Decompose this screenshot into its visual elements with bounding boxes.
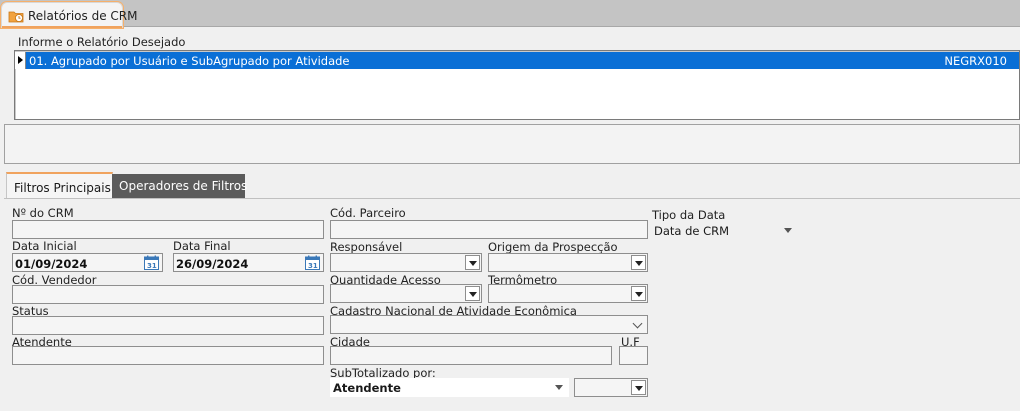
chevron-down-icon[interactable] — [465, 255, 480, 270]
filter-tabstrip: Filtros Principais Operadores de Filtros — [4, 172, 1020, 199]
calendar-icon[interactable]: 31 — [144, 255, 159, 270]
report-folder-clock-icon — [8, 11, 24, 23]
city-input[interactable] — [330, 346, 612, 365]
document-tab-relatorios-crm[interactable]: Relatórios de CRM — [1, 2, 137, 28]
document-tab-title: Relatórios de CRM — [28, 9, 138, 23]
prospect-origin-label: Origem da Prospecção — [488, 240, 618, 254]
responsible-select[interactable] — [330, 253, 482, 272]
subtotal-by-select[interactable]: Atendente — [330, 378, 569, 397]
access-quantity-select[interactable] — [330, 284, 482, 303]
svg-text:31: 31 — [147, 262, 157, 270]
chevron-down-icon[interactable] — [632, 318, 643, 329]
cnae-select[interactable] — [330, 315, 648, 334]
start-date-input[interactable]: 01/09/2024 31 — [12, 253, 163, 272]
report-list-row[interactable]: 01. Agrupado por Usuário e SubAgrupado p… — [15, 52, 1019, 69]
start-date-value: 01/09/2024 — [15, 257, 88, 271]
attendant-input[interactable] — [12, 346, 324, 365]
chevron-down-icon[interactable] — [631, 380, 646, 395]
end-date-value: 26/09/2024 — [176, 257, 249, 271]
subtotal-secondary-select[interactable] — [574, 378, 648, 397]
partner-code-input[interactable] — [330, 220, 648, 239]
start-date-label: Data Inicial — [12, 239, 77, 253]
seller-code-input[interactable] — [12, 285, 324, 304]
end-date-input[interactable]: 26/09/2024 31 — [173, 253, 324, 272]
date-type-label: Tipo da Data — [652, 208, 726, 222]
tab-operadores-de-filtros[interactable]: Operadores de Filtros — [112, 174, 247, 198]
end-date-label: Data Final — [173, 239, 231, 253]
tab-filtros-principais[interactable]: Filtros Principais — [6, 172, 113, 198]
calendar-icon[interactable]: 31 — [305, 255, 320, 270]
row-indicator-arrow-icon — [15, 52, 26, 69]
uf-input[interactable] — [619, 346, 648, 365]
report-list[interactable]: 01. Agrupado por Usuário e SubAgrupado p… — [14, 50, 1020, 120]
crm-number-label: Nº do CRM — [12, 206, 74, 220]
report-description-panel — [4, 124, 1020, 164]
subtotal-by-value: Atendente — [333, 381, 401, 395]
responsible-label: Responsável — [330, 240, 403, 254]
chevron-down-icon[interactable] — [465, 286, 480, 301]
thermometer-select[interactable] — [488, 284, 648, 303]
prospect-origin-select[interactable] — [488, 253, 648, 272]
chevron-down-icon[interactable] — [631, 286, 646, 301]
status-input[interactable] — [12, 316, 324, 335]
chevron-down-icon[interactable] — [631, 255, 646, 270]
date-type-select[interactable]: Data de CRM — [651, 221, 798, 240]
report-section-label: Informe o Relatório Desejado — [18, 35, 186, 49]
report-code: NEGRX010 — [944, 54, 1007, 68]
svg-text:31: 31 — [308, 262, 318, 270]
crm-number-input[interactable] — [12, 220, 324, 239]
document-tab-bar: Relatórios de CRM — [0, 0, 1020, 28]
report-name: 01. Agrupado por Usuário e SubAgrupado p… — [29, 54, 350, 68]
partner-code-label: Cód. Parceiro — [330, 206, 406, 220]
date-type-value: Data de CRM — [654, 224, 730, 238]
